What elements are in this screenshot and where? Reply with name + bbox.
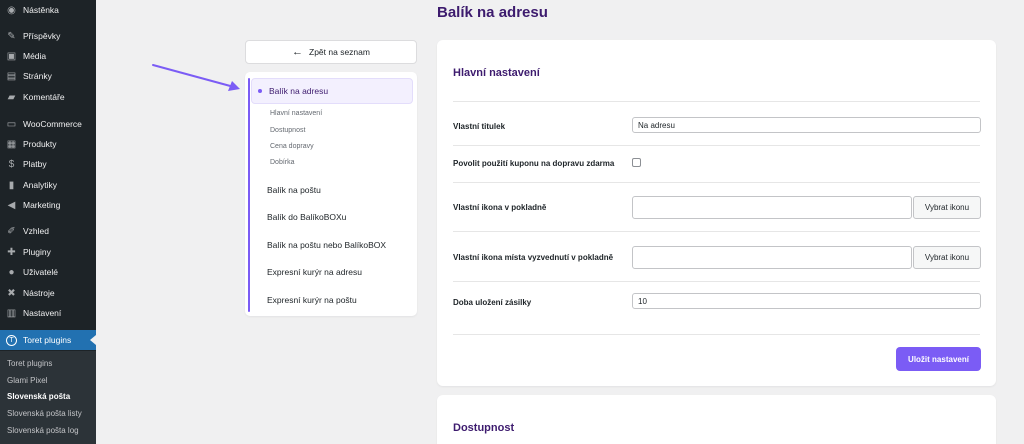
menu-item-label: Komentáře xyxy=(23,92,65,102)
nav-subitem-availability[interactable]: Dostupnost xyxy=(270,127,305,134)
menu-item-pages[interactable]: ▤ Stránky xyxy=(0,66,96,86)
menu-item-label: Stránky xyxy=(23,71,52,81)
choose-icon-button[interactable]: Vybrat ikonu xyxy=(913,196,981,219)
nav-item-balikobox[interactable]: Balík do BalíkoBOXu xyxy=(267,212,346,222)
marketing-icon: ◀ xyxy=(7,199,16,211)
admin-sidebar: ◉ Nástěnka ✎ Příspěvky ▣ Média ▤ Stránky ▰ Ko… xyxy=(0,0,96,444)
menu-item-products[interactable]: ▦ Produkty xyxy=(0,134,96,154)
annotation-arrow-icon xyxy=(152,64,240,91)
tools-icon: ✖ xyxy=(7,287,16,299)
nav-item-active[interactable]: Balík na adresu xyxy=(251,78,413,104)
menu-item-settings[interactable]: ▥ Nastavení xyxy=(0,303,96,323)
nav-subitem-shipping-price[interactable]: Cena dopravy xyxy=(270,143,314,150)
nav-item-posta-or-balikobox[interactable]: Balík na poštu nebo BalíkoBOX xyxy=(267,240,386,250)
divider xyxy=(453,334,980,335)
menu-item-label: Média xyxy=(23,51,47,61)
menu-item-dashboard[interactable]: ◉ Nástěnka xyxy=(0,0,96,20)
menu-item-analytics[interactable]: ▮ Analytiky xyxy=(0,175,96,195)
pin-icon: ✎ xyxy=(7,30,16,42)
menu-item-plugins[interactable]: ✚ Pluginy xyxy=(0,242,96,262)
custom-title-label: Vlastní titulek xyxy=(453,122,506,131)
checkout-icon-input[interactable] xyxy=(632,196,912,219)
pickup-icon-label: Vlastní ikona místa vyzvednutí v pokladn… xyxy=(453,253,614,262)
custom-title-input[interactable]: Na adresu xyxy=(632,117,981,133)
menu-item-label: Produkty xyxy=(23,139,57,149)
comments-icon: ▰ xyxy=(7,91,16,103)
products-icon: ▦ xyxy=(6,138,17,150)
divider xyxy=(453,231,980,232)
back-to-list-button[interactable]: ← Zpět na seznam xyxy=(245,40,417,64)
woocommerce-icon: ▭ xyxy=(6,118,17,130)
divider xyxy=(453,145,980,146)
availability-card xyxy=(437,395,996,444)
menu-item-users[interactable]: ● Uživatelé xyxy=(0,262,96,282)
submenu-item-slovenska-posta[interactable]: Slovenská pošta xyxy=(0,388,96,404)
nav-item-express-post[interactable]: Expresní kurýr na poštu xyxy=(267,295,357,305)
menu-item-posts[interactable]: ✎ Příspěvky xyxy=(0,26,96,46)
divider xyxy=(453,281,980,282)
coupon-free-shipping-checkbox[interactable] xyxy=(632,158,641,167)
save-settings-button[interactable]: Uložit nastavení xyxy=(896,347,981,371)
storage-time-input[interactable]: 10 xyxy=(632,293,981,309)
menu-item-label: Vzhled xyxy=(23,226,49,236)
users-icon: ● xyxy=(8,266,15,278)
section-title-availability: Dostupnost xyxy=(453,422,515,434)
back-button-label: Zpět na seznam xyxy=(309,47,370,57)
divider xyxy=(453,182,980,183)
submenu-item-slovenska-posta-listy[interactable]: Slovenská pošta listy xyxy=(0,405,96,421)
menu-item-toret-plugins[interactable]: T Toret plugins xyxy=(0,330,96,350)
arrow-left-icon: ← xyxy=(292,45,304,58)
nav-item-label: Balík na adresu xyxy=(269,86,329,96)
nav-subitem-main-settings[interactable]: Hlavní nastavení xyxy=(270,110,322,117)
menu-item-label: Analytiky xyxy=(23,180,58,190)
plugins-icon: ✚ xyxy=(7,246,16,258)
toret-submenu: Toret plugins Glami Pixel Slovenská pošt… xyxy=(0,351,96,444)
analytics-icon: ▮ xyxy=(8,179,15,191)
menu-item-label: Marketing xyxy=(23,200,61,210)
media-icon: ▣ xyxy=(6,50,17,62)
divider xyxy=(453,101,980,102)
pages-icon: ▤ xyxy=(6,70,17,82)
nav-item-express-address[interactable]: Expresní kurýr na adresu xyxy=(267,267,362,277)
menu-item-media[interactable]: ▣ Média xyxy=(0,46,96,66)
menu-item-label: Toret plugins xyxy=(23,335,72,345)
submenu-item-glami-pixel[interactable]: Glami Pixel xyxy=(0,372,96,388)
toret-icon: T xyxy=(6,334,17,346)
menu-item-appearance[interactable]: ✐ Vzhled xyxy=(0,221,96,241)
storage-time-label: Doba uložení zásilky xyxy=(453,298,532,307)
choose-pickup-icon-button[interactable]: Vybrat ikonu xyxy=(913,246,981,269)
section-title-main-settings: Hlavní nastavení xyxy=(453,67,540,79)
checkout-icon-label: Vlastní ikona v pokladně xyxy=(453,203,547,212)
pickup-icon-input[interactable] xyxy=(632,246,912,269)
menu-item-label: Příspěvky xyxy=(23,31,61,41)
submenu-item-slovenska-posta-log[interactable]: Slovenská pošta log xyxy=(0,422,96,438)
menu-item-label: Nastavení xyxy=(23,308,62,318)
menu-item-label: Platby xyxy=(23,159,47,169)
submenu-item-toret-plugins[interactable]: Toret plugins xyxy=(0,355,96,371)
coupon-free-shipping-label: Povolit použití kuponu na dopravu zdarma xyxy=(453,159,615,168)
settings-icon: ▥ xyxy=(6,307,17,319)
menu-item-payments[interactable]: $ Platby xyxy=(0,154,96,174)
menu-item-label: Pluginy xyxy=(23,247,51,257)
active-dot-icon xyxy=(258,89,262,93)
nav-accent-bar xyxy=(248,78,250,312)
menu-item-label: Nástroje xyxy=(23,288,55,298)
nav-subitem-cod[interactable]: Dobírka xyxy=(270,159,295,166)
nav-item-balik-na-postu[interactable]: Balík na poštu xyxy=(267,185,321,195)
payments-icon: $ xyxy=(8,158,15,170)
menu-item-woocommerce[interactable]: ▭ WooCommerce xyxy=(0,114,96,134)
appearance-icon: ✐ xyxy=(7,225,16,237)
menu-item-comments[interactable]: ▰ Komentáře xyxy=(0,87,96,107)
menu-item-label: Uživatelé xyxy=(23,267,58,277)
dashboard-icon: ◉ xyxy=(7,4,16,16)
menu-item-label: WooCommerce xyxy=(23,119,82,129)
menu-item-tools[interactable]: ✖ Nástroje xyxy=(0,283,96,303)
menu-item-marketing[interactable]: ◀ Marketing xyxy=(0,195,96,215)
page-title: Balík na adresu xyxy=(437,4,548,21)
menu-item-label: Nástěnka xyxy=(23,5,59,15)
